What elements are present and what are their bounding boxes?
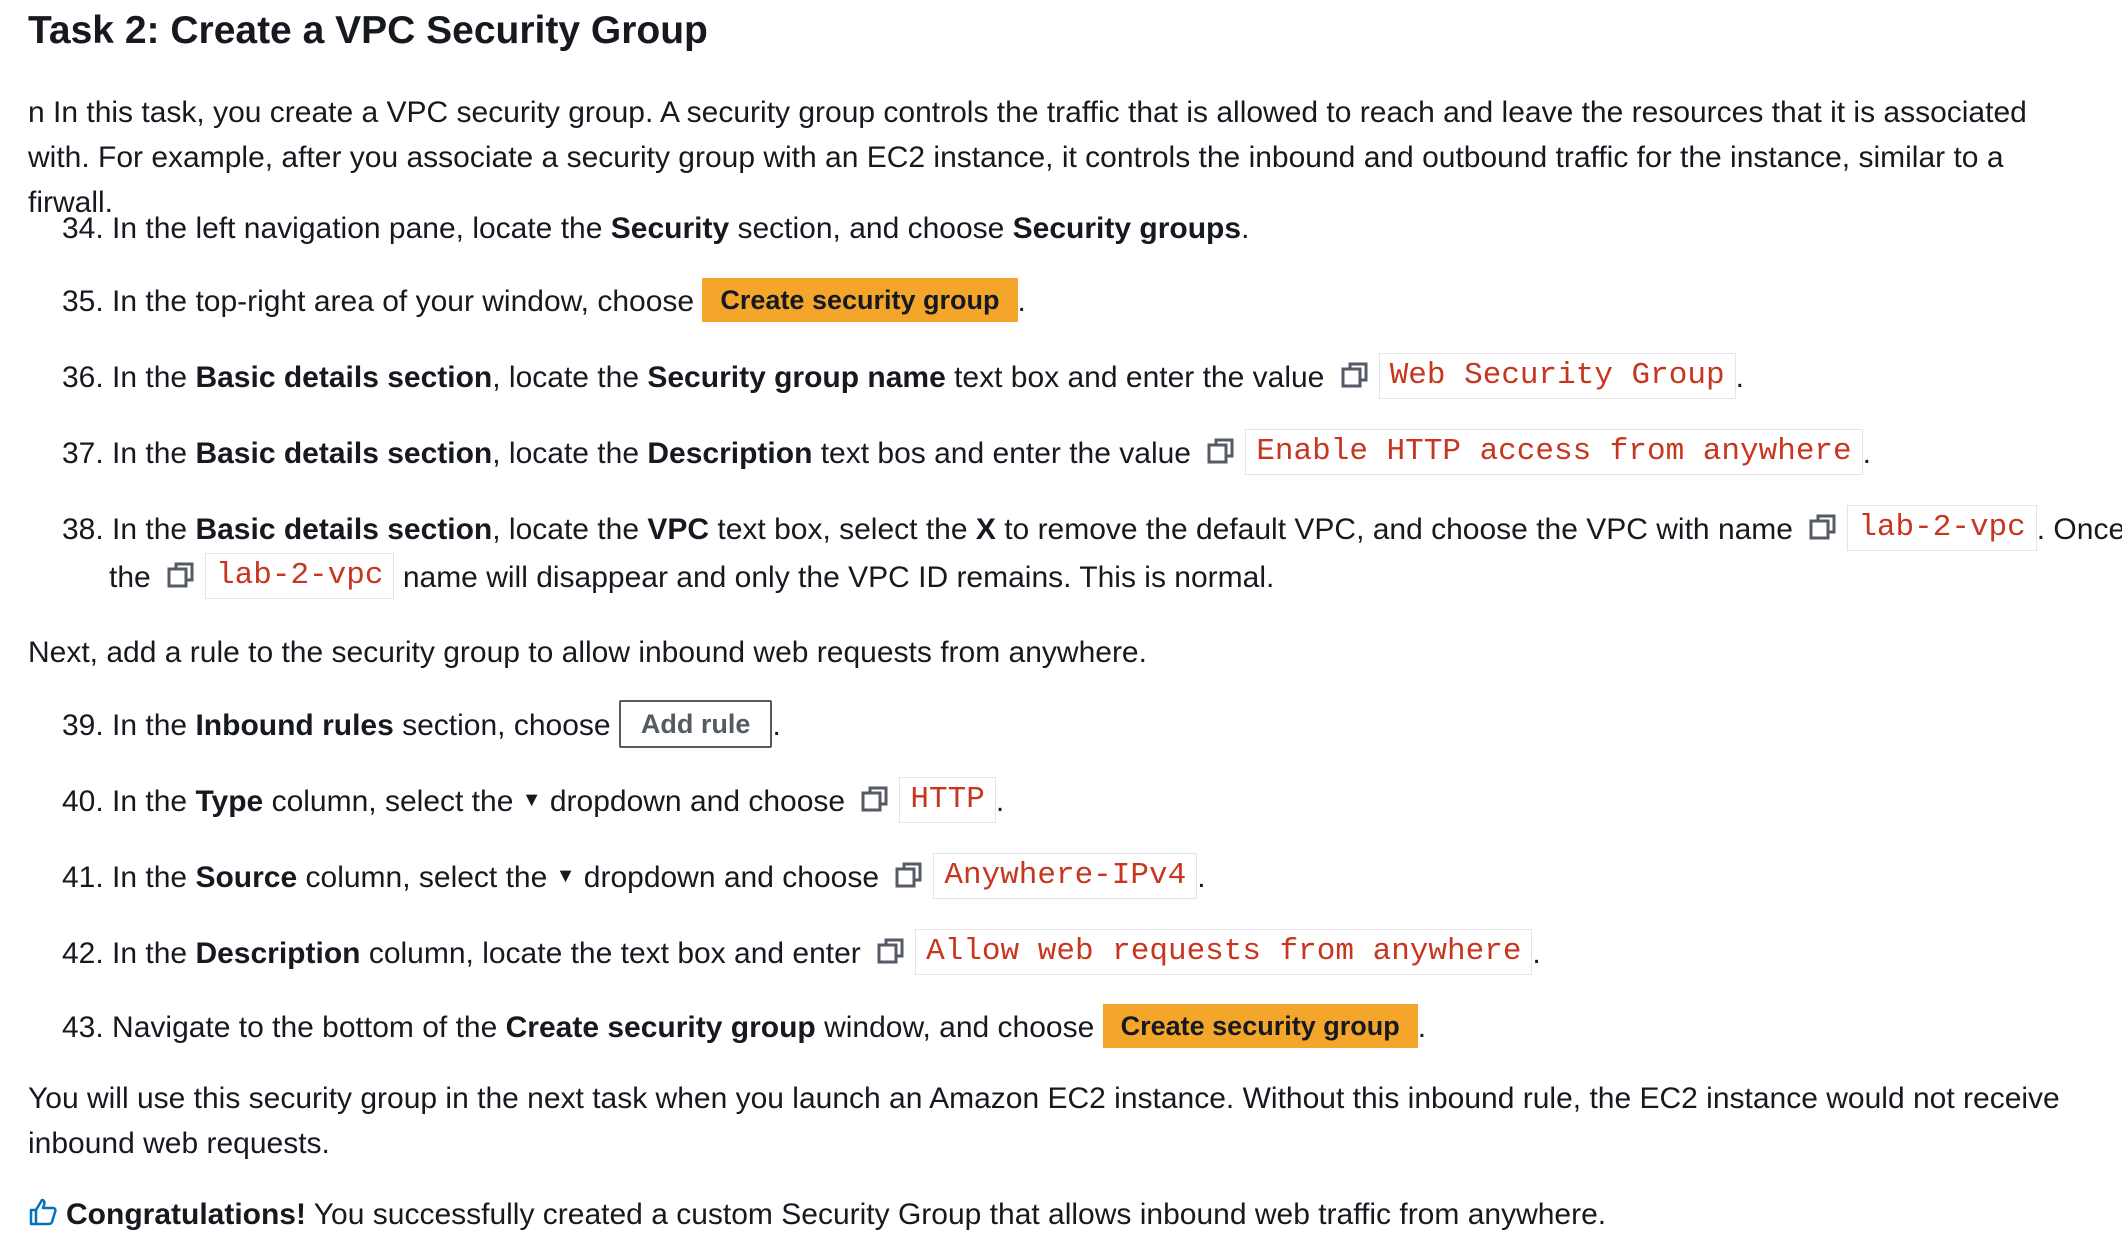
copy-icon[interactable] — [877, 937, 905, 965]
step-43: 43. Navigate to the bottom of the Create… — [62, 1004, 2102, 1052]
copy-icon[interactable] — [861, 785, 889, 813]
step-42: 42. In the Description column, locate th… — [62, 929, 2102, 978]
step-40: 40. In the Type column, select the ▼ dro… — [62, 777, 2102, 827]
code-lab-2-vpc: lab-2-vpc — [1847, 505, 2037, 552]
step-34: 34. In the left navigation pane, locate … — [62, 212, 1250, 245]
add-rule-button[interactable]: Add rule — [618, 700, 773, 749]
step-38: 38. In the Basic details section, locate… — [62, 505, 2122, 554]
page-title: Task 2: Create a VPC Security Group — [28, 9, 708, 52]
step-38-continued: the lab-2-vpc name will disappear and on… — [109, 553, 2102, 602]
create-security-group-button[interactable]: Create security group — [702, 278, 1018, 323]
outro-paragraph: You will use this security group in the … — [28, 1082, 2060, 1160]
step-35: 35. In the top-right area of your window… — [62, 278, 2102, 326]
code-allow-web-requests: Allow web requests from anywhere — [915, 929, 1533, 976]
copy-icon[interactable] — [895, 861, 923, 889]
code-http: HTTP — [899, 777, 996, 824]
code-lab-2-vpc-2: lab-2-vpc — [205, 553, 395, 600]
code-enable-http: Enable HTTP access from anywhere — [1245, 429, 1863, 476]
copy-icon[interactable] — [1341, 361, 1369, 389]
copy-icon[interactable] — [1207, 437, 1235, 465]
create-security-group-button[interactable]: Create security group — [1102, 1004, 1418, 1049]
code-web-security-group: Web Security Group — [1378, 353, 1736, 400]
step-39: 39. In the Inbound rules section, choose… — [62, 700, 2102, 751]
copy-icon[interactable] — [1809, 513, 1837, 541]
code-anywhere-ipv4: Anywhere-IPv4 — [933, 853, 1198, 900]
caret-down-icon: ▼ — [521, 789, 542, 812]
step-41: 41. In the Source column, select the ▼ d… — [62, 853, 2102, 903]
step-36: 36. In the Basic details section, locate… — [62, 353, 2102, 402]
congratulations-line: Congratulations! You successfully create… — [28, 1192, 2082, 1237]
step-37: 37. In the Basic details section, locate… — [62, 429, 2102, 478]
task-page: Task 2: Create a VPC Security Group n In… — [0, 0, 2122, 1232]
next-paragraph: Next, add a rule to the security group t… — [28, 636, 1147, 669]
thumbs-up-icon — [29, 1198, 57, 1226]
caret-down-icon: ▼ — [555, 865, 576, 888]
copy-icon[interactable] — [167, 561, 195, 589]
